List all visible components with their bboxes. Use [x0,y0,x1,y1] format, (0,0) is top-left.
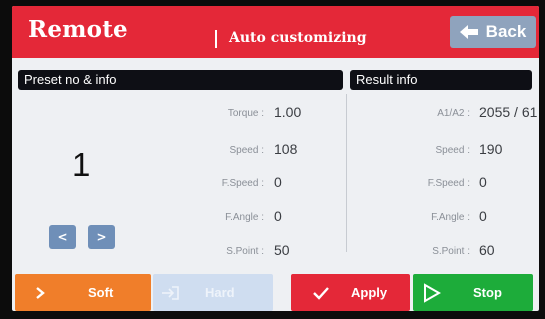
hard-button[interactable]: Hard [153,274,273,311]
speed-value: 108 [274,141,298,157]
page-title: Remote [28,16,128,43]
result-speed-label: Speed : [435,145,470,156]
soft-button[interactable]: Soft [15,274,151,311]
speed-label: Speed : [229,145,264,156]
enter-arrow-icon [161,285,179,300]
back-button[interactable]: Back [450,16,536,48]
spoint-value: 50 [274,242,290,258]
chevron-right-icon [35,286,45,299]
fspeed-value: 0 [274,174,282,190]
fspeed-label: F.Speed : [221,178,264,189]
back-button-label: Back [485,22,527,41]
title-separator [215,30,217,48]
next-preset-button[interactable]: > [88,225,115,249]
result-fangle-value: 0 [479,208,487,224]
chevron-left-icon: < [57,230,68,244]
page-subtitle: Auto customizing [229,30,367,46]
spoint-label: S.Point : [226,246,264,257]
torque-label: Torque : [227,108,264,119]
soft-button-label: Soft [88,285,114,300]
stop-button-label: Stop [473,285,502,300]
arrow-left-icon [459,25,478,39]
apply-button[interactable]: Apply [291,274,410,311]
result-fspeed-value: 0 [479,174,487,190]
a1a2-value: 2055 / 61 [479,104,538,120]
stop-button[interactable]: Stop [413,274,533,311]
fangle-value: 0 [274,208,282,224]
hard-button-label: Hard [205,285,235,300]
preset-panel-heading: Preset no & info [18,70,343,90]
prev-preset-button[interactable]: < [49,225,76,249]
result-speed-value: 190 [479,141,503,157]
preset-number: 1 [72,146,91,183]
panel-divider [346,94,347,252]
a1a2-label: A1/A2 : [437,108,470,119]
result-fspeed-label: F.Speed : [427,178,470,189]
result-spoint-value: 60 [479,242,495,258]
torque-value: 1.00 [274,104,302,120]
play-triangle-icon [423,282,441,303]
header-bar: Remote Auto customizing Back [12,6,539,58]
remote-screen: Remote Auto customizing Back Preset no &… [12,6,539,311]
chevron-right-icon: > [96,230,107,244]
checkmark-icon [313,286,329,300]
fangle-label: F.Angle : [225,212,264,223]
result-panel-heading: Result info [350,70,532,90]
apply-button-label: Apply [351,285,388,300]
result-spoint-label: S.Point : [432,246,470,257]
result-fangle-label: F.Angle : [431,212,470,223]
